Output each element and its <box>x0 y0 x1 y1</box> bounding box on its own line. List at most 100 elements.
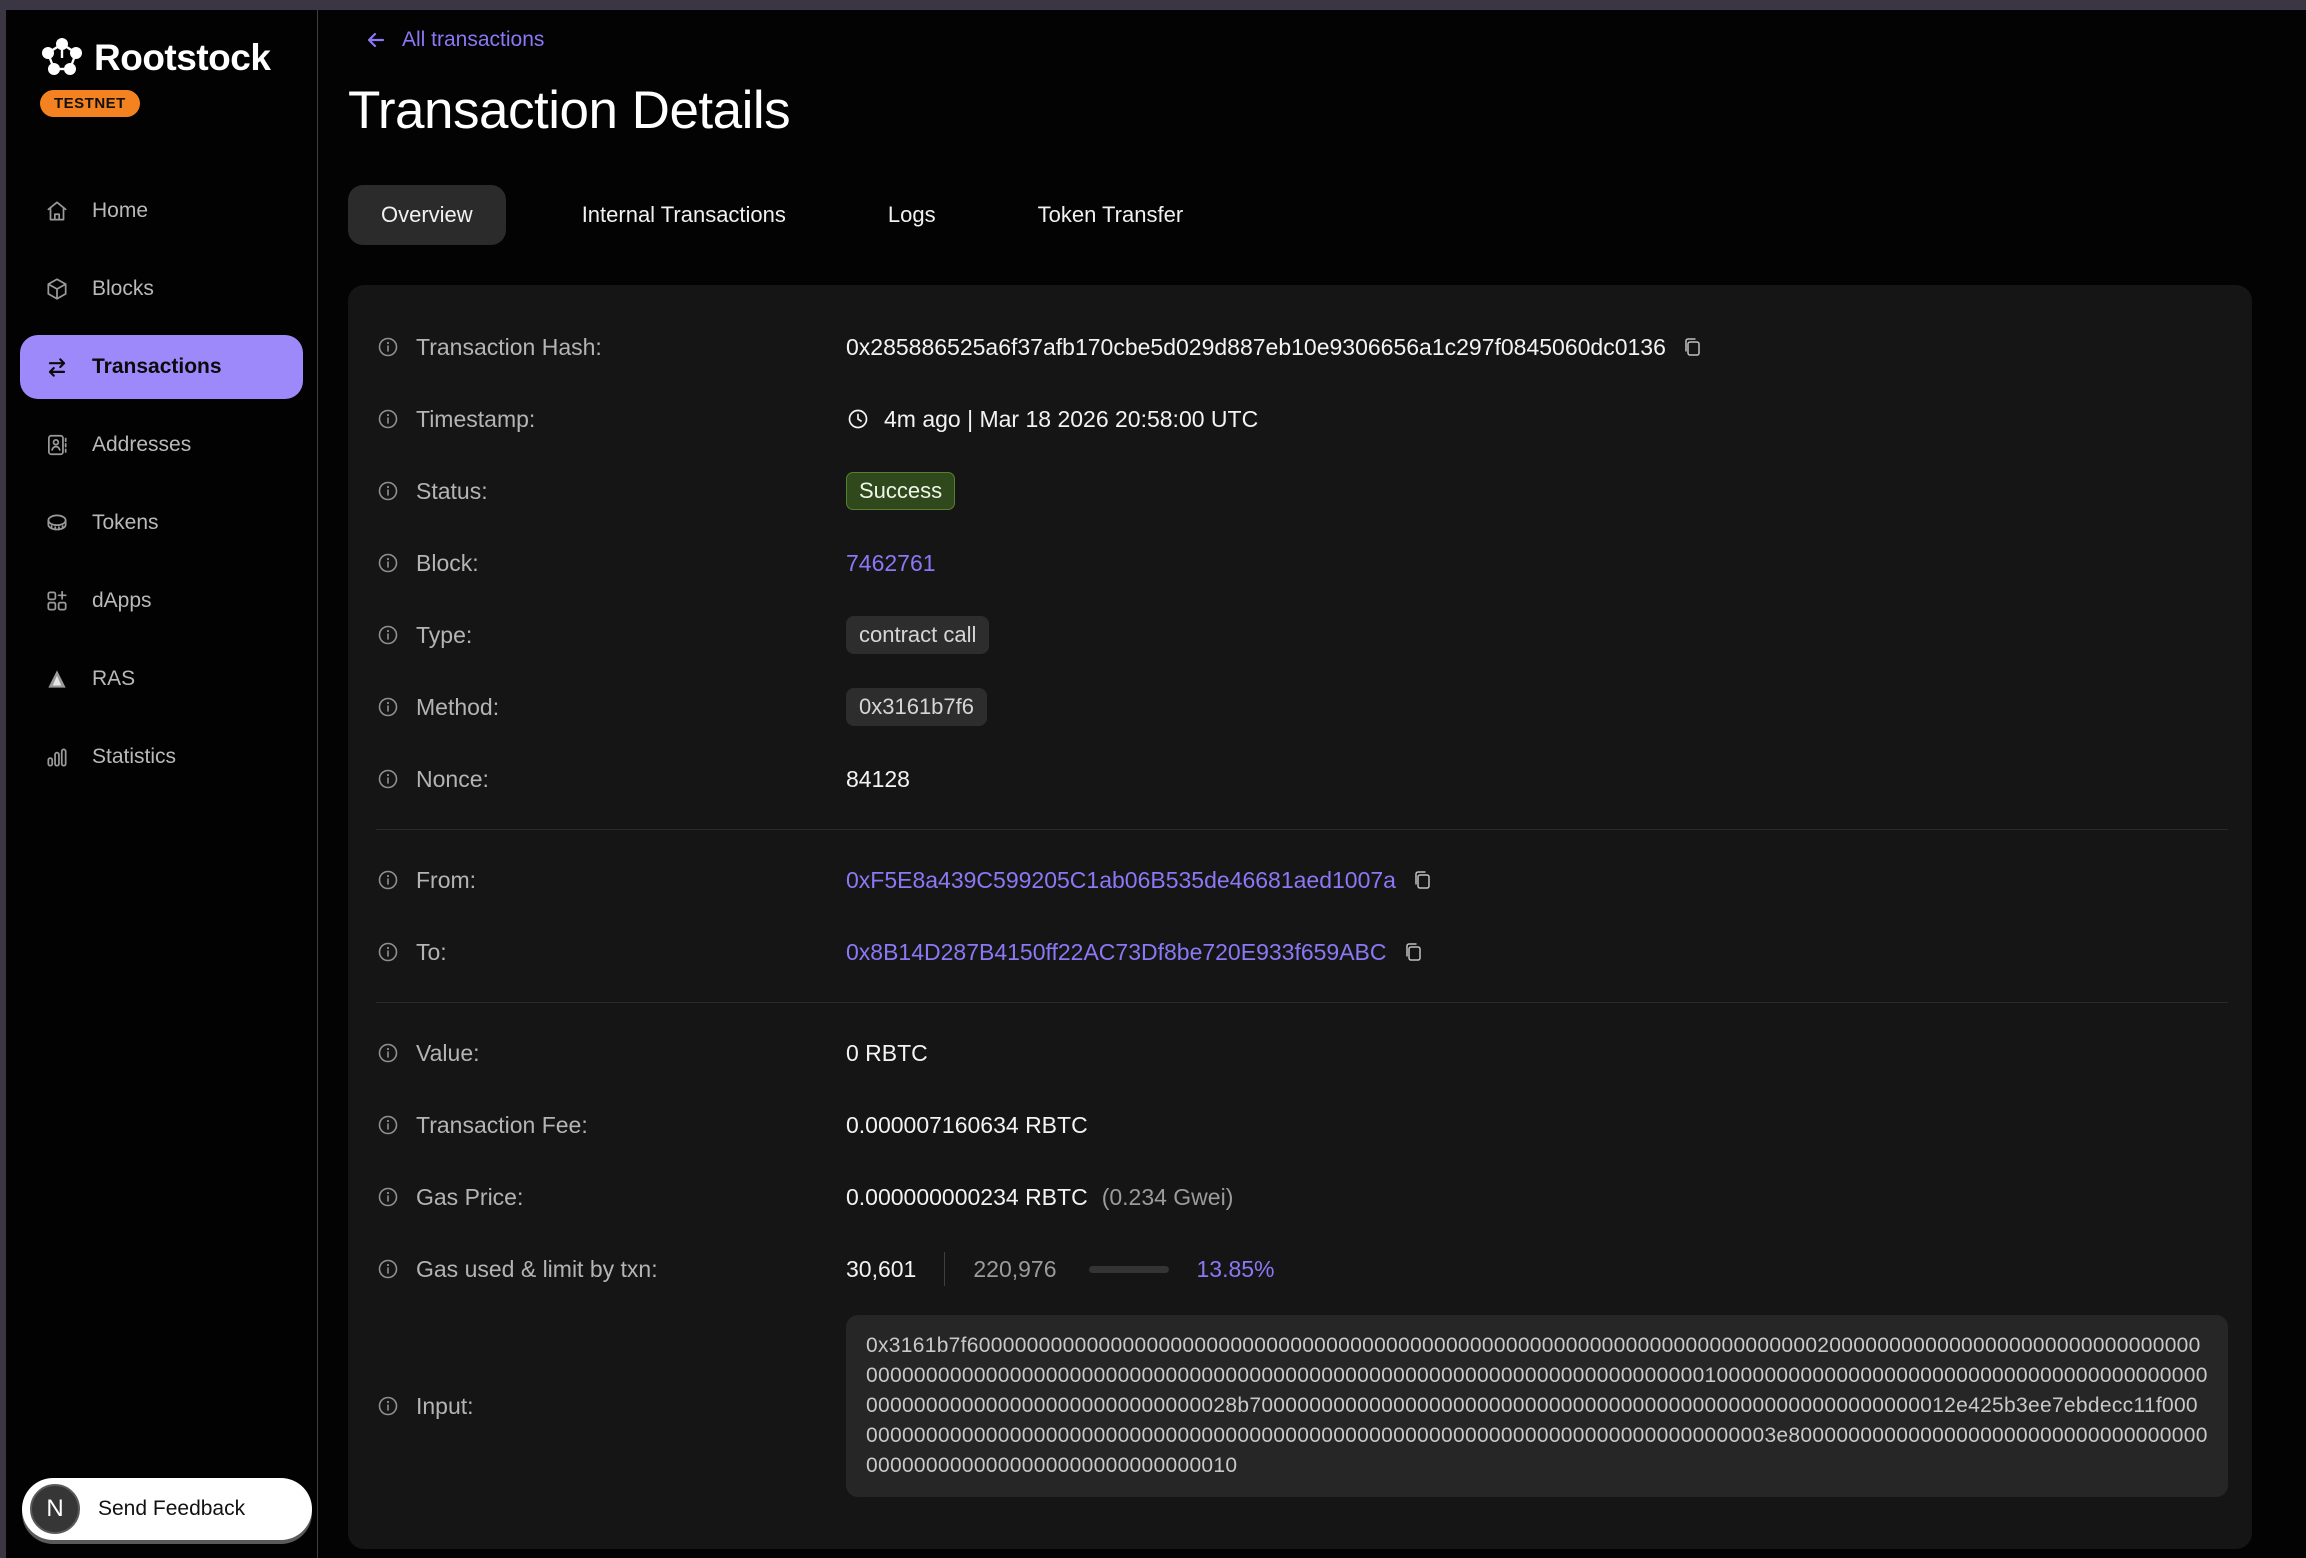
sidebar-item-transactions[interactable]: Transactions <box>20 335 303 399</box>
feedback-label: Send Feedback <box>98 1497 245 1521</box>
dapps-icon <box>44 588 70 614</box>
row-status: Status: Success <box>376 455 2228 527</box>
row-to: To: 0x8B14D287B4150ff22AC73Df8be720E933f… <box>376 916 2228 988</box>
sidebar-item-home[interactable]: Home <box>20 179 303 243</box>
copy-icon[interactable] <box>1410 868 1434 892</box>
row-from: From: 0xF5E8a439C599205C1ab06B535de46681… <box>376 844 2228 916</box>
home-icon <box>44 198 70 224</box>
sidebar-item-addresses[interactable]: Addresses <box>20 413 303 477</box>
ras-icon <box>44 666 70 692</box>
info-icon <box>376 1113 400 1137</box>
row-label-text: Transaction Fee: <box>416 1112 588 1139</box>
page-title: Transaction Details <box>348 80 2253 141</box>
row-label-text: Method: <box>416 694 499 721</box>
status-badge: Success <box>846 472 955 510</box>
back-arrow-icon <box>364 28 388 52</box>
feedback-avatar: N <box>30 1484 80 1534</box>
transaction-hash-value: 0x285886525a6f37afb170cbe5d029d887eb10e9… <box>846 334 1666 361</box>
to-address-link[interactable]: 0x8B14D287B4150ff22AC73Df8be720E933f659A… <box>846 939 1387 966</box>
gas-percent-value: 13.85% <box>1197 1256 1275 1283</box>
row-value: Value: 0 RBTC <box>376 1017 2228 1089</box>
info-icon <box>376 940 400 964</box>
app-window: Rootstock TESTNET Home Blocks Transactio… <box>0 0 2306 1558</box>
transaction-fee-value: 0.000007160634 RBTC <box>846 1112 1088 1139</box>
addresses-icon <box>44 432 70 458</box>
row-gas-price: Gas Price: 0.000000000234 RBTC (0.234 Gw… <box>376 1161 2228 1233</box>
info-icon <box>376 1185 400 1209</box>
from-address-link[interactable]: 0xF5E8a439C599205C1ab06B535de46681aed100… <box>846 867 1396 894</box>
info-icon <box>376 1394 400 1418</box>
statistics-icon <box>44 744 70 770</box>
gas-progress-track <box>1089 1266 1169 1273</box>
sidebar-item-label: Transactions <box>92 355 222 379</box>
gas-price-value: 0.000000000234 RBTC <box>846 1184 1088 1211</box>
info-icon <box>376 479 400 503</box>
value-amount: 0 RBTC <box>846 1040 928 1067</box>
row-input: Input: 0x3161b7f600000000000000000000000… <box>376 1305 2228 1507</box>
sidebar-item-dapps[interactable]: dApps <box>20 569 303 633</box>
sidebar-item-label: RAS <box>92 667 135 691</box>
logo-block[interactable]: Rootstock TESTNET <box>6 10 317 117</box>
row-label-text: Nonce: <box>416 766 489 793</box>
back-link[interactable]: All transactions <box>348 10 2253 52</box>
blocks-icon <box>44 276 70 302</box>
tab-logs[interactable]: Logs <box>862 185 962 245</box>
gas-limit-value: 220,976 <box>973 1256 1056 1283</box>
row-label-text: Gas Price: <box>416 1184 523 1211</box>
info-icon <box>376 1041 400 1065</box>
tab-token-transfer[interactable]: Token Transfer <box>1012 185 1210 245</box>
block-link[interactable]: 7462761 <box>846 550 936 577</box>
rootstock-logo-icon <box>40 36 84 80</box>
sidebar-item-label: Blocks <box>92 277 154 301</box>
input-data-box[interactable]: 0x3161b7f6000000000000000000000000000000… <box>846 1315 2228 1497</box>
info-icon <box>376 767 400 791</box>
nonce-value: 84128 <box>846 766 910 793</box>
send-feedback-button[interactable]: N Send Feedback <box>22 1478 312 1540</box>
row-label-text: From: <box>416 867 476 894</box>
row-type: Type: contract call <box>376 599 2228 671</box>
row-block: Block: 7462761 <box>376 527 2228 599</box>
info-icon <box>376 335 400 359</box>
sidebar-item-label: Addresses <box>92 433 191 457</box>
info-icon <box>376 551 400 575</box>
sidebar-item-blocks[interactable]: Blocks <box>20 257 303 321</box>
transactions-icon <box>44 354 70 380</box>
row-label-text: Value: <box>416 1040 480 1067</box>
sidebar-nav: Home Blocks Transactions Addresses <box>6 179 317 789</box>
sidebar-item-label: Statistics <box>92 745 176 769</box>
copy-icon[interactable] <box>1401 940 1425 964</box>
row-transaction-hash: Transaction Hash: 0x285886525a6f37afb170… <box>376 311 2228 383</box>
row-gas-used: Gas used & limit by txn: 30,601 220,976 … <box>376 1233 2228 1305</box>
type-badge: contract call <box>846 616 989 654</box>
info-icon <box>376 623 400 647</box>
tab-overview[interactable]: Overview <box>348 185 506 245</box>
sidebar-item-ras[interactable]: RAS <box>20 647 303 711</box>
logo-text: Rootstock <box>94 37 270 79</box>
sidebar-item-tokens[interactable]: Tokens <box>20 491 303 555</box>
sidebar-item-label: dApps <box>92 589 152 613</box>
row-label-text: Transaction Hash: <box>416 334 602 361</box>
row-method: Method: 0x3161b7f6 <box>376 671 2228 743</box>
sidebar-item-label: Home <box>92 199 148 223</box>
row-label-text: Type: <box>416 622 472 649</box>
row-timestamp: Timestamp: 4m ago | Mar 18 2026 20:58:00… <box>376 383 2228 455</box>
row-nonce: Nonce: 84128 <box>376 743 2228 815</box>
row-label-text: To: <box>416 939 447 966</box>
section-divider <box>376 1002 2228 1003</box>
info-icon <box>376 868 400 892</box>
info-icon <box>376 407 400 431</box>
transaction-details-card: Transaction Hash: 0x285886525a6f37afb170… <box>348 285 2252 1549</box>
vertical-separator <box>944 1252 945 1286</box>
tab-internal-transactions[interactable]: Internal Transactions <box>556 185 812 245</box>
sidebar: Rootstock TESTNET Home Blocks Transactio… <box>6 10 318 1558</box>
sidebar-item-label: Tokens <box>92 511 159 535</box>
copy-icon[interactable] <box>1680 335 1704 359</box>
clock-icon <box>846 407 870 431</box>
info-icon <box>376 695 400 719</box>
timestamp-value: 4m ago | Mar 18 2026 20:58:00 UTC <box>884 406 1258 433</box>
gas-price-gwei: (0.234 Gwei) <box>1102 1184 1234 1211</box>
row-transaction-fee: Transaction Fee: 0.000007160634 RBTC <box>376 1089 2228 1161</box>
sidebar-item-statistics[interactable]: Statistics <box>20 725 303 789</box>
row-label-text: Timestamp: <box>416 406 535 433</box>
row-label-text: Status: <box>416 478 488 505</box>
